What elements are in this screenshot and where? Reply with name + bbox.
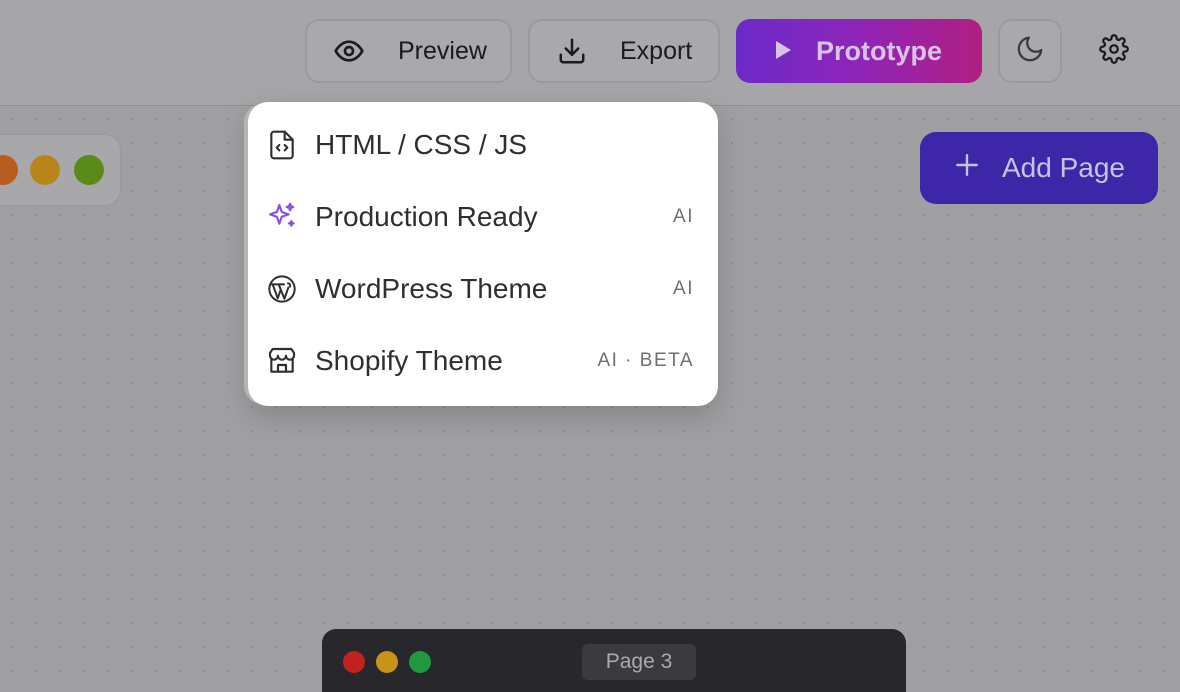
- menu-item-shopify-theme[interactable]: Shopify Theme AI · BETA: [248, 325, 718, 397]
- minimize-dot[interactable]: [30, 155, 60, 185]
- page-maximize-dot[interactable]: [409, 651, 431, 673]
- export-label: Export: [620, 36, 693, 65]
- storefront-icon: [266, 345, 298, 377]
- window-controls-panel: [0, 133, 122, 207]
- menu-item-tag: AI: [673, 278, 694, 299]
- maximize-dot[interactable]: [74, 155, 104, 185]
- menu-item-html-css-js[interactable]: HTML / CSS / JS: [248, 109, 718, 181]
- wordpress-icon: [266, 273, 298, 305]
- menu-item-wordpress-theme[interactable]: WordPress Theme AI: [248, 253, 718, 325]
- prototype-label: Prototype: [816, 35, 943, 66]
- menu-item-tag: AI: [673, 206, 694, 227]
- menu-item-production-ready[interactable]: Production Ready AI: [248, 181, 718, 253]
- top-toolbar: Preview Export Prototype: [0, 0, 1180, 106]
- page-minimize-dot[interactable]: [376, 651, 398, 673]
- prototype-button[interactable]: Prototype: [736, 19, 982, 83]
- add-page-button[interactable]: Add Page: [920, 132, 1158, 204]
- page-name-chip[interactable]: Page 3: [582, 644, 696, 680]
- page-frame[interactable]: Page 3: [322, 629, 906, 692]
- menu-item-label: HTML / CSS / JS: [315, 129, 528, 160]
- gear-icon: [1099, 33, 1129, 69]
- plus-icon: [954, 152, 980, 185]
- code-file-icon: [266, 129, 298, 161]
- theme-toggle-button[interactable]: [998, 19, 1062, 83]
- close-dot[interactable]: [0, 155, 18, 185]
- preview-button[interactable]: Preview: [305, 19, 512, 83]
- menu-item-label: WordPress Theme: [315, 273, 548, 304]
- add-page-label: Add Page: [1002, 152, 1125, 183]
- menu-item-tag: AI · BETA: [597, 350, 694, 371]
- play-icon: [774, 36, 792, 67]
- menu-item-label: Production Ready: [315, 201, 538, 232]
- moon-icon: [1015, 34, 1045, 69]
- page-close-dot[interactable]: [343, 651, 365, 673]
- export-button[interactable]: Export: [528, 19, 720, 83]
- preview-label: Preview: [398, 36, 487, 65]
- settings-button[interactable]: [1082, 19, 1146, 83]
- sparkles-icon: [266, 201, 298, 233]
- download-icon: [557, 36, 587, 66]
- menu-item-label: Shopify Theme: [315, 345, 503, 376]
- export-menu: HTML / CSS / JS Production Ready AI Word…: [248, 102, 718, 406]
- eye-icon: [333, 35, 365, 67]
